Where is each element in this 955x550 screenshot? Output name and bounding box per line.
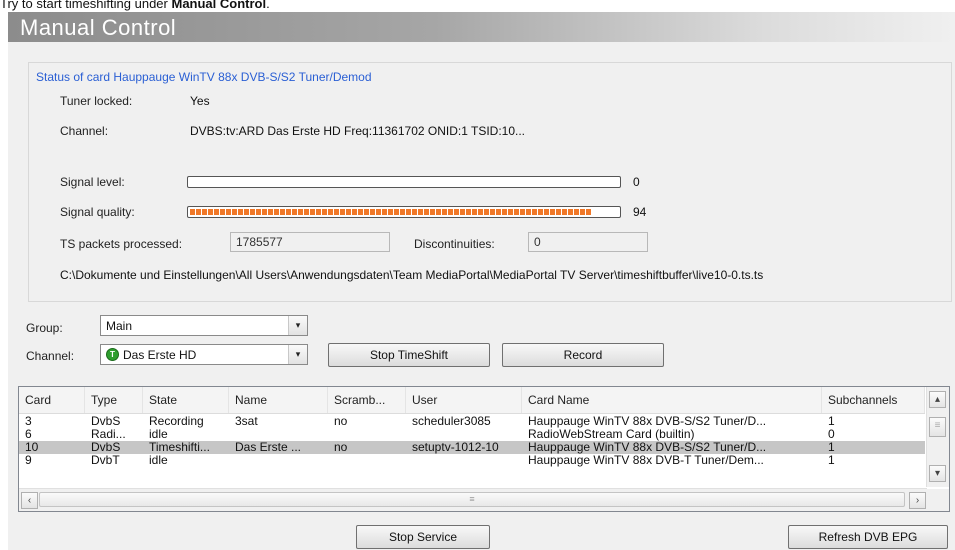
- window-title: Manual Control: [20, 15, 177, 40]
- table-row[interactable]: 10 DvbS Timeshifti... Das Erste ... no setupt…: [19, 441, 925, 454]
- table-cell: no: [334, 415, 348, 428]
- table-cell: scheduler3085: [412, 415, 491, 428]
- table-cell: 1: [828, 454, 835, 467]
- table-cell: [406, 454, 522, 467]
- channel-dropdown-value: Das Erste HD: [123, 348, 197, 362]
- table-cell: 3: [25, 415, 32, 428]
- table-cell: idle: [149, 454, 168, 467]
- table-cell: idle: [149, 428, 168, 441]
- table-cell: Hauppauge WinTV 88x DVB-S/S2 Tuner/D...: [528, 415, 767, 428]
- tv-channel-icon: T: [106, 348, 119, 361]
- table-cell: 1: [828, 441, 835, 454]
- status-title: Status of card Hauppauge WinTV 88x DVB-S…: [36, 70, 372, 84]
- chevron-down-icon[interactable]: ▾: [288, 345, 307, 364]
- table-cell: RadioWebStream Card (builtin): [528, 428, 695, 441]
- cards-table[interactable]: Card Type State Name Scramb... User Card Name S…: [18, 386, 950, 512]
- table-cell: 3sat: [235, 415, 258, 428]
- tuner-locked-value: Yes: [190, 94, 210, 108]
- channel-info-label: Channel:: [60, 124, 109, 138]
- window-title-bar: Manual Control: [8, 12, 955, 42]
- timeshift-path: C:\Dokumente und Einstellungen\All Users…: [60, 268, 764, 282]
- table-cell: [229, 428, 328, 441]
- channel-info-value: DVBS:tv:ARD Das Erste HD Freq:11361702 O…: [190, 124, 526, 138]
- table-cell: [328, 428, 406, 441]
- column-header[interactable]: Type: [85, 387, 143, 413]
- table-cell: 9: [25, 454, 32, 467]
- table-cell: 1: [828, 415, 835, 428]
- column-header[interactable]: Name: [229, 387, 328, 413]
- scrollbar-corner: [927, 489, 949, 511]
- table-cell: [406, 428, 522, 441]
- table-cell: DvbS: [91, 441, 121, 454]
- scroll-right-icon[interactable]: ›: [909, 492, 926, 509]
- group-dropdown-value: Main: [106, 319, 133, 333]
- column-header[interactable]: Subchannels: [822, 387, 925, 413]
- table-cell: DvbT: [91, 454, 120, 467]
- chevron-down-icon[interactable]: ▾: [288, 316, 307, 335]
- group-label: Group:: [26, 321, 63, 335]
- page-caption: Try to start timeshifting under Manual C…: [0, 0, 270, 11]
- table-cell: DvbS: [91, 415, 121, 428]
- signal-quality-label: Signal quality:: [60, 205, 135, 219]
- signal-quality-bar: [187, 206, 621, 218]
- column-header[interactable]: State: [143, 387, 229, 413]
- discontinuities-field: 0: [528, 232, 648, 252]
- table-cell: 0: [828, 428, 835, 441]
- signal-quality-fill: [190, 209, 592, 215]
- channel-label: Channel:: [26, 349, 75, 363]
- channel-dropdown[interactable]: T Das Erste HD ▾: [100, 344, 308, 365]
- signal-level-label: Signal level:: [60, 175, 125, 189]
- table-row[interactable]: 3 DvbS Recording 3sat no scheduler3085 Hauppau…: [19, 415, 925, 428]
- ts-packets-label: TS packets processed:: [60, 237, 183, 251]
- record-button[interactable]: Record: [502, 343, 664, 367]
- table-cell: 6: [25, 428, 32, 441]
- table-cell: no: [334, 441, 348, 454]
- column-header[interactable]: Card: [19, 387, 85, 413]
- table-cell: Recording: [149, 415, 204, 428]
- scroll-down-icon[interactable]: ▾: [929, 465, 946, 482]
- vertical-scroll-thumb[interactable]: ≡: [929, 417, 946, 437]
- table-cell: Radi...: [91, 428, 126, 441]
- signal-level-value: 0: [633, 175, 640, 189]
- column-header[interactable]: User: [406, 387, 522, 413]
- table-cell: Hauppauge WinTV 88x DVB-T Tuner/Dem...: [528, 454, 764, 467]
- signal-quality-value: 94: [633, 205, 647, 219]
- table-cell: Hauppauge WinTV 88x DVB-S/S2 Tuner/D...: [528, 441, 767, 454]
- table-cell: Das Erste ...: [235, 441, 302, 454]
- table-cell: [328, 454, 406, 467]
- horizontal-scroll-thumb[interactable]: ≡: [39, 492, 905, 507]
- refresh-dvb-epg-button[interactable]: Refresh DVB EPG: [788, 525, 948, 549]
- scroll-up-icon[interactable]: ▴: [929, 391, 946, 408]
- table-row[interactable]: 9 DvbT idle Hauppauge WinTV 88x DVB-T Tuner…: [19, 454, 925, 467]
- table-header: Card Type State Name Scramb... User Card Name S…: [19, 387, 925, 414]
- table-cell: 10: [25, 441, 39, 454]
- signal-level-bar: [187, 176, 621, 188]
- column-header[interactable]: Scramb...: [328, 387, 406, 413]
- group-dropdown[interactable]: Main ▾: [100, 315, 308, 336]
- table-cell: setuptv-1012-10: [412, 441, 499, 454]
- table-row[interactable]: 6 Radi... idle RadioWebStream Card (builtin…: [19, 428, 925, 441]
- tuner-locked-label: Tuner locked:: [60, 94, 133, 108]
- scroll-left-icon[interactable]: ‹: [21, 492, 38, 509]
- ts-packets-field: 1785577: [230, 232, 390, 252]
- vertical-scrollbar[interactable]: ▴ ≡ ▾: [926, 387, 949, 487]
- column-header[interactable]: Card Name: [522, 387, 822, 413]
- table-cell: [229, 454, 328, 467]
- horizontal-scrollbar[interactable]: ‹ ≡ ›: [19, 488, 927, 511]
- discontinuities-label: Discontinuities:: [414, 237, 495, 251]
- stop-service-button[interactable]: Stop Service: [356, 525, 490, 549]
- table-cell: Timeshifti...: [149, 441, 210, 454]
- stop-timeshift-button[interactable]: Stop TimeShift: [328, 343, 490, 367]
